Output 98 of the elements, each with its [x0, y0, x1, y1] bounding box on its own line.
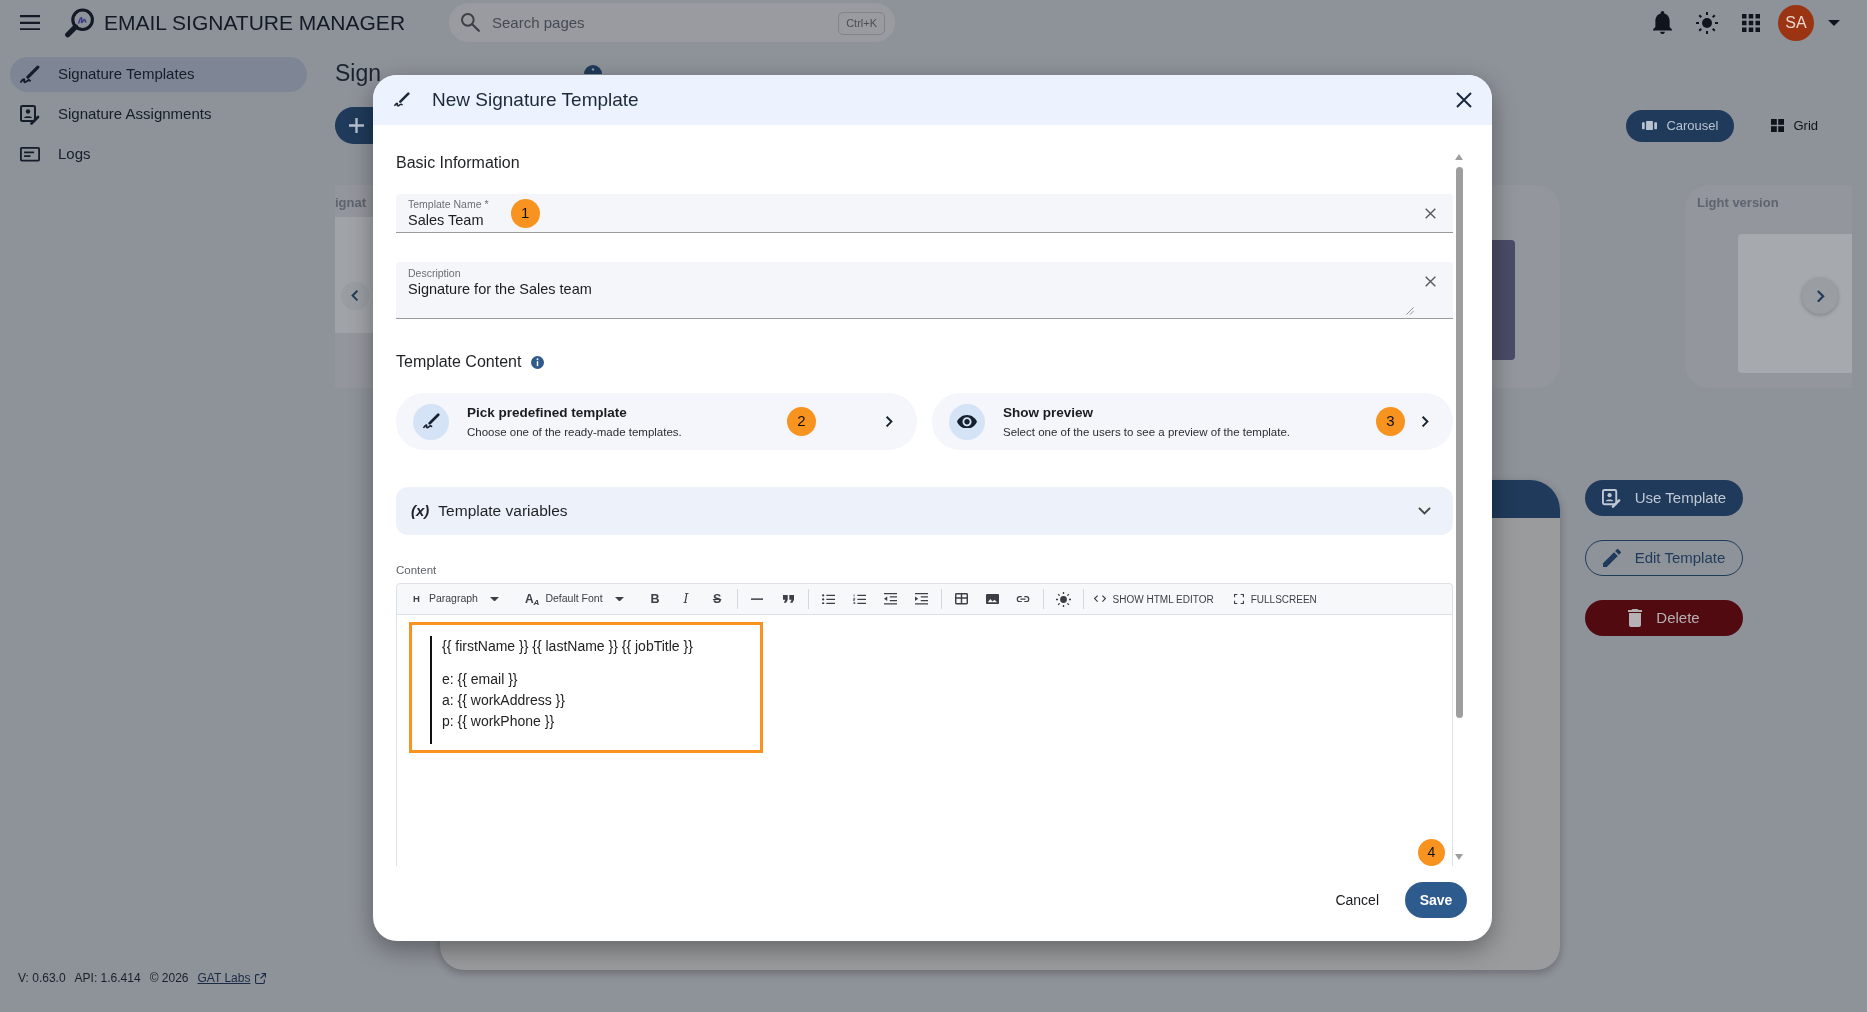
plus-icon: [348, 118, 364, 133]
scroll-down-icon[interactable]: [1455, 854, 1463, 860]
accordion-header[interactable]: (x) Template variables: [396, 487, 1453, 535]
cancel-button[interactable]: Cancel: [1327, 881, 1387, 919]
option-card[interactable]: Show preview Select one of the users to see a preview of the template. 3: [932, 393, 1453, 450]
assignment-icon: [20, 104, 40, 125]
logs-icon: [20, 147, 40, 162]
font-dropdown[interactable]: A$_{A}$ Default Font: [520, 586, 628, 612]
signature-line: a: {{ workAddress }}: [442, 691, 566, 710]
horizontal-line-icon[interactable]: [751, 597, 764, 601]
pen-icon: [20, 65, 40, 84]
strikethrough-button[interactable]: S: [701, 586, 733, 612]
eye-icon: [949, 403, 985, 440]
apps-grid-icon[interactable]: [1742, 13, 1760, 32]
indent-icon[interactable]: [914, 593, 928, 605]
variables-symbol: (x): [411, 500, 430, 521]
sun-icon[interactable]: [1055, 591, 1071, 607]
option-subtitle: Choose one of the ready-made templates.: [467, 424, 683, 440]
chevron-left-icon: [351, 290, 359, 302]
font-icon: A$_{A}$: [524, 590, 540, 608]
sidebar-item[interactable]: Signature Assignments: [10, 97, 307, 132]
add-button[interactable]: [335, 107, 373, 144]
step-badge: 2: [787, 407, 816, 436]
resize-handle-icon[interactable]: [1406, 307, 1414, 315]
pen-icon: [394, 92, 410, 108]
bell-icon[interactable]: [1653, 10, 1672, 35]
caret-icon: [489, 596, 499, 602]
user-avatar[interactable]: SA: [1778, 4, 1814, 41]
external-link-icon: [255, 972, 267, 984]
option-title: Pick predefined template: [467, 403, 628, 422]
signature-line: {{ firstName }} {{ lastName }} {{ jobTitle }}: [442, 637, 693, 656]
link-icon[interactable]: [1016, 595, 1031, 603]
trash-icon: [1628, 609, 1643, 627]
section-heading: Basic Information: [396, 153, 521, 173]
image-icon[interactable]: [985, 593, 999, 605]
shortcut-hint: Ctrl+K: [838, 12, 885, 35]
modal-title: New Signature Template: [432, 87, 639, 112]
search-icon: [461, 13, 480, 32]
scroll-up-icon[interactable]: [1455, 154, 1463, 160]
option-title: Show preview: [1003, 403, 1095, 422]
menu-icon[interactable]: [20, 14, 40, 31]
caret-icon: [614, 596, 624, 602]
save-button[interactable]: Save: [1405, 882, 1467, 918]
version-text: V: 0.63.0: [18, 970, 66, 987]
show-html-editor-button[interactable]: SHOW HTML EDITOR: [1087, 586, 1220, 612]
fullscreen-button[interactable]: FULLSCREEN: [1227, 586, 1323, 612]
table-icon[interactable]: [954, 593, 968, 605]
outdent-icon[interactable]: [883, 593, 897, 605]
grid-icon: [1771, 119, 1785, 132]
step-badge: 4: [1418, 839, 1445, 866]
signature-line: p: {{ workPhone }}: [442, 712, 556, 731]
heading-icon: H: [413, 591, 420, 607]
pen-icon: [413, 403, 449, 440]
code-icon: [1093, 595, 1106, 603]
api-version-text: API: 1.6.414: [74, 970, 141, 987]
chevron-right-icon: [1421, 415, 1429, 428]
logo-icon: [65, 7, 95, 38]
fullscreen-icon: [1233, 594, 1244, 604]
app-title: EMAIL SIGNATURE MANAGER: [104, 9, 406, 36]
copyright-text: © 2026: [149, 970, 189, 987]
italic-button[interactable]: I: [670, 586, 702, 612]
quote-icon[interactable]: [782, 595, 794, 603]
sun-icon[interactable]: [1696, 11, 1718, 34]
close-icon[interactable]: [1456, 92, 1472, 108]
chevron-right-icon: [1815, 289, 1825, 303]
paragraph-dropdown[interactable]: H Paragraph: [409, 586, 503, 612]
field-label: Content: [396, 563, 438, 577]
option-card[interactable]: Pick predefined template Choose one of the ready-made templates. 2: [396, 393, 917, 450]
info-icon[interactable]: [584, 65, 603, 74]
accordion-title: Template variables: [438, 501, 568, 522]
carousel-icon: [1642, 120, 1658, 131]
view-toggle-button[interactable]: Carousel: [1626, 109, 1735, 142]
bullet-list-icon[interactable]: [821, 593, 835, 605]
option-subtitle: Select one of the users to see a preview of the template.: [1003, 424, 1292, 440]
clear-icon[interactable]: [1425, 276, 1436, 287]
editor-content[interactable]: {{ firstName }} {{ lastName }} {{ jobTitle }} e: {{ email }} a: {{ workAddress }} p: {{ workPhone }} 4: [396, 615, 1453, 866]
sidebar-item[interactable]: Signature Templates: [10, 57, 307, 92]
step-badge: 1: [510, 198, 540, 228]
clear-icon[interactable]: [1425, 207, 1436, 219]
document-edit-icon: [1601, 488, 1621, 508]
numbered-list-icon[interactable]: [852, 593, 866, 605]
delete-button[interactable]: Delete: [1585, 600, 1743, 636]
pencil-icon: [1602, 549, 1621, 567]
info-icon[interactable]: [531, 355, 545, 369]
step-badge: 3: [1376, 407, 1405, 436]
signature-line: e: {{ email }}: [442, 670, 519, 689]
page-heading: Sign: [335, 59, 382, 88]
use-template-button[interactable]: Use Template: [1585, 480, 1743, 516]
text-field[interactable]: Template Name * Sales Team 1: [396, 194, 1453, 233]
chevron-right-icon: [885, 415, 893, 428]
caret-icon[interactable]: [1828, 19, 1840, 26]
view-toggle-button[interactable]: Grid: [1755, 109, 1834, 142]
footer-link[interactable]: GAT Labs: [197, 969, 251, 987]
section-heading: Template Content: [396, 352, 522, 372]
scrollbar-thumb[interactable]: [1455, 167, 1463, 718]
bold-button[interactable]: B: [639, 586, 671, 612]
sidebar-item[interactable]: Logs: [10, 137, 307, 172]
textarea-field[interactable]: Description Signature for the Sales team: [396, 262, 1453, 319]
